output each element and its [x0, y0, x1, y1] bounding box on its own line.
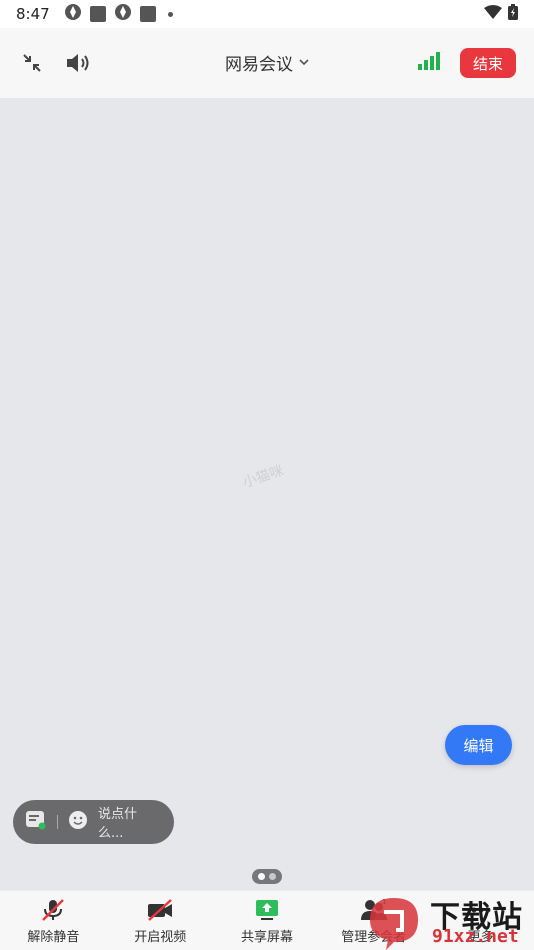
site-logo-mark-icon — [370, 898, 418, 950]
pill-divider — [57, 815, 58, 829]
chat-input-pill[interactable]: 说点什么... — [13, 800, 174, 844]
battery-icon — [508, 4, 518, 24]
start-video-label: 开启视频 — [134, 929, 187, 945]
unmute-button[interactable]: 解除静音 — [0, 891, 107, 950]
start-video-button[interactable]: 开启视频 — [107, 891, 214, 950]
emoji-icon[interactable] — [68, 810, 88, 834]
site-logo-domain: 91xz.net — [432, 926, 519, 947]
chevron-down-icon — [299, 59, 309, 66]
app-notification-icon-2 — [114, 3, 132, 25]
page-indicator[interactable] — [252, 869, 282, 884]
status-time: 8:47 — [16, 5, 50, 23]
page-dot — [269, 873, 276, 880]
meeting-title: 网易会议 — [225, 55, 293, 75]
share-screen-button[interactable]: 共享屏幕 — [214, 891, 321, 950]
speaker-icon — [67, 54, 89, 72]
site-logo-watermark: 下载站 91xz.net — [362, 888, 534, 950]
mic-off-icon — [42, 898, 65, 921]
end-meeting-button[interactable]: 结束 — [459, 48, 516, 78]
video-area[interactable]: 小猫咪 编辑 说点什么... — [0, 98, 534, 890]
unmute-label: 解除静音 — [27, 929, 80, 945]
speaker-button[interactable] — [64, 49, 92, 77]
app-notification-icon — [64, 3, 82, 25]
edit-button[interactable]: 编辑 — [445, 725, 512, 765]
notification-square-icon — [89, 6, 106, 22]
more-notifications-dot-icon — [167, 11, 173, 17]
chat-list-icon[interactable] — [25, 810, 47, 834]
meeting-screen: 8:47 网易会议 结束 小猫咪 编辑 说点什么... 解除静音 开启视频 共享… — [0, 0, 534, 950]
wifi-icon — [484, 5, 502, 23]
page-dot-active — [258, 873, 265, 880]
share-screen-icon — [255, 899, 278, 920]
notification-square-icon-2 — [139, 6, 156, 22]
network-signal-icon[interactable] — [417, 52, 442, 74]
meeting-top-bar: 网易会议 结束 — [0, 28, 534, 98]
top-right-controls: 结束 — [417, 48, 516, 78]
shrink-icon — [23, 54, 41, 72]
status-right — [484, 4, 518, 24]
video-watermark: 小猫咪 — [240, 462, 286, 492]
status-bar: 8:47 — [0, 0, 534, 28]
chat-placeholder[interactable]: 说点什么... — [98, 803, 162, 841]
camera-off-icon — [148, 898, 173, 921]
share-screen-label: 共享屏幕 — [240, 929, 293, 945]
minimize-button[interactable] — [18, 49, 46, 77]
meeting-title-dropdown[interactable]: 网易会议 — [225, 50, 309, 75]
